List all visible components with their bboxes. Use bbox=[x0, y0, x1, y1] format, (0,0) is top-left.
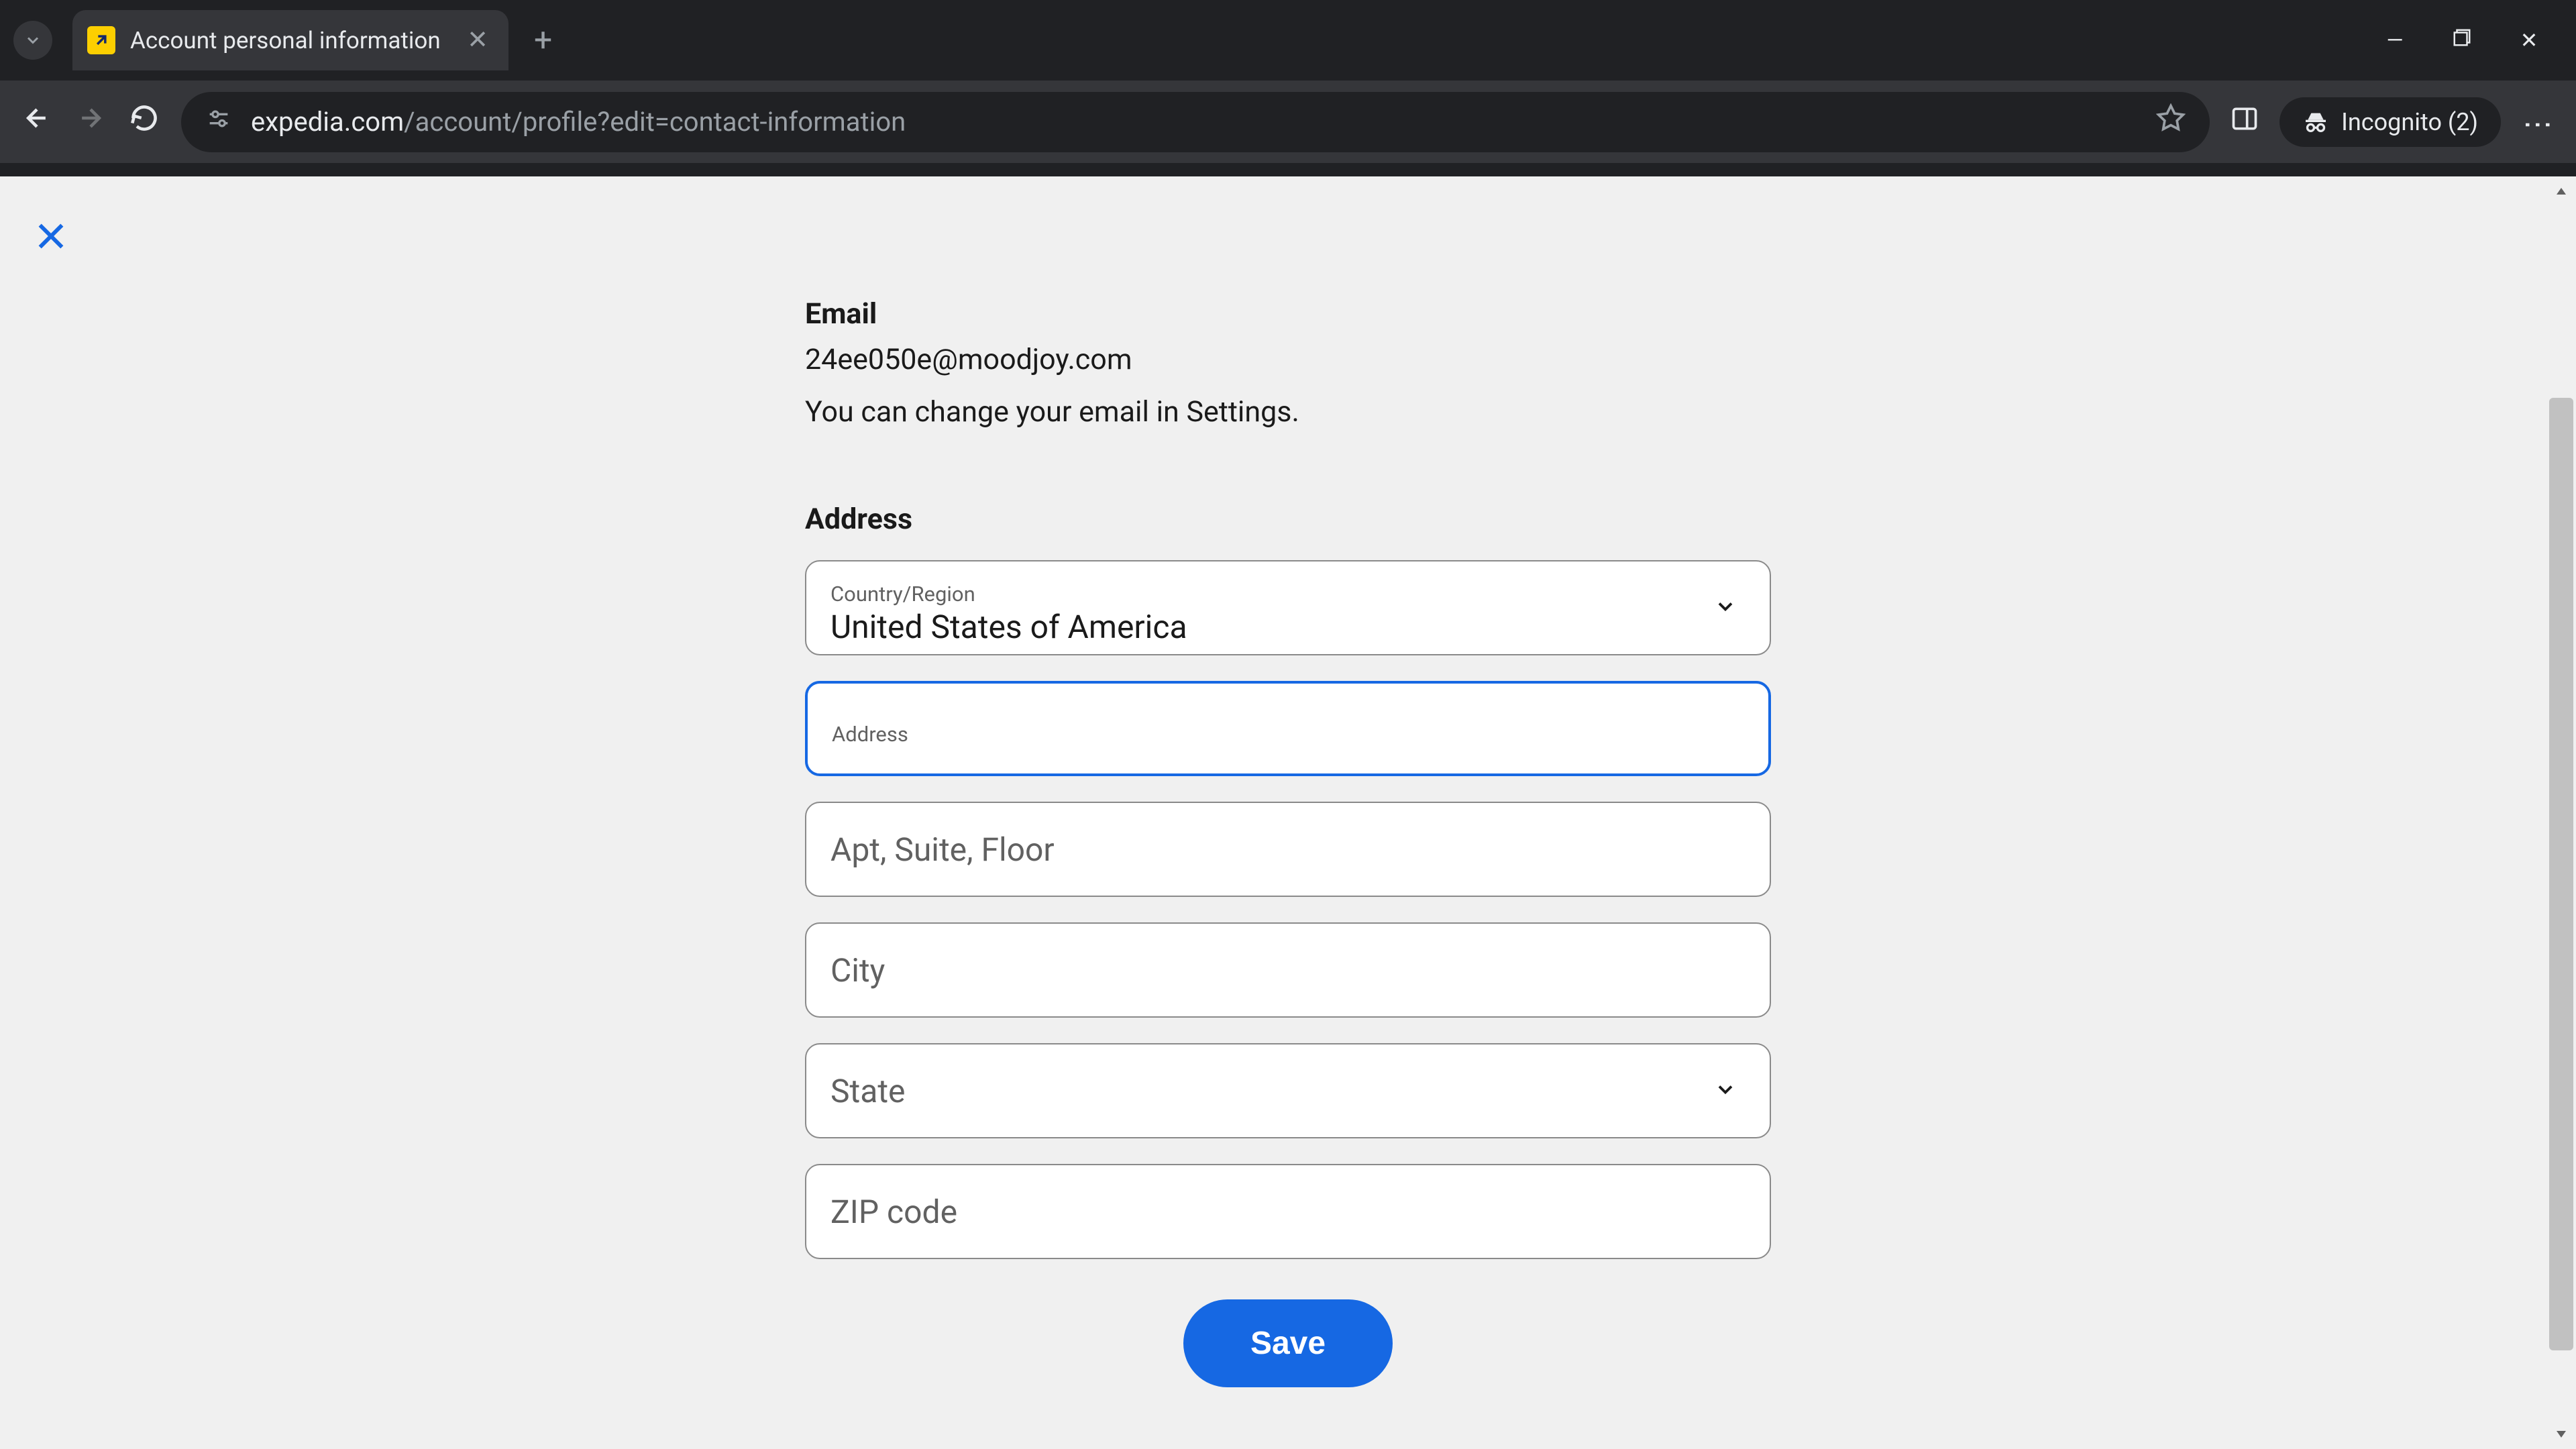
scroll-thumb[interactable] bbox=[2549, 398, 2573, 1350]
zip-placeholder: ZIP code bbox=[830, 1193, 957, 1231]
apt-input[interactable]: Apt, Suite, Floor bbox=[805, 802, 1771, 897]
email-value: 24ee050e@moodjoy.com bbox=[805, 343, 1771, 376]
apt-placeholder: Apt, Suite, Floor bbox=[830, 830, 1055, 869]
star-icon bbox=[2156, 103, 2186, 133]
email-label: Email bbox=[805, 297, 1771, 331]
address-heading: Address bbox=[805, 502, 1771, 536]
close-modal-button[interactable] bbox=[32, 217, 70, 266]
maximize-icon bbox=[2452, 28, 2472, 48]
arrow-up-right-icon bbox=[92, 31, 111, 50]
address-input[interactable]: Address bbox=[805, 681, 1771, 776]
arrow-left-icon bbox=[22, 103, 52, 133]
chevron-down-icon bbox=[23, 31, 42, 50]
url-text: expedia.com/account/profile?edit=contact… bbox=[251, 106, 2137, 138]
back-button[interactable] bbox=[20, 103, 54, 140]
maximize-button[interactable] bbox=[2449, 28, 2475, 53]
scrollbar[interactable] bbox=[2546, 176, 2576, 1449]
minimize-button[interactable]: — bbox=[2381, 28, 2408, 53]
url-path: /account/profile?edit=contact-informatio… bbox=[404, 106, 906, 138]
browser-chrome: Account personal information ✕ + — ✕ exp bbox=[0, 0, 2576, 176]
url-domain: expedia.com bbox=[251, 106, 404, 138]
city-placeholder: City bbox=[830, 951, 885, 989]
close-window-button[interactable]: ✕ bbox=[2516, 28, 2542, 53]
right-controls: Incognito (2) ⋮ bbox=[2230, 97, 2556, 147]
state-placeholder: State bbox=[830, 1072, 905, 1110]
incognito-icon bbox=[2302, 109, 2329, 136]
url-bar[interactable]: expedia.com/account/profile?edit=contact… bbox=[181, 92, 2210, 152]
side-panel-button[interactable] bbox=[2230, 104, 2259, 140]
forward-button[interactable] bbox=[74, 103, 107, 140]
tab-title: Account personal information bbox=[130, 27, 452, 54]
close-icon bbox=[32, 217, 70, 255]
page-content: Email 24ee050e@moodjoy.com You can chang… bbox=[0, 176, 2576, 1449]
nav-bar: expedia.com/account/profile?edit=contact… bbox=[0, 80, 2576, 163]
site-settings-button[interactable] bbox=[205, 105, 232, 138]
reload-icon bbox=[129, 103, 159, 133]
tab-bar: Account personal information ✕ + — ✕ bbox=[0, 0, 2576, 80]
tab-favicon bbox=[87, 26, 115, 54]
zip-input[interactable]: ZIP code bbox=[805, 1164, 1771, 1259]
scroll-down-button[interactable] bbox=[2546, 1419, 2576, 1449]
address-field-label: Address bbox=[832, 722, 908, 747]
bookmark-button[interactable] bbox=[2156, 103, 2186, 140]
new-tab-button[interactable]: + bbox=[534, 24, 552, 56]
country-value: United States of America bbox=[830, 608, 1187, 646]
window-controls: — ✕ bbox=[2381, 28, 2576, 53]
scroll-up-button[interactable] bbox=[2546, 176, 2576, 206]
chevron-down-icon bbox=[1713, 1077, 1737, 1104]
browser-menu-button[interactable]: ⋮ bbox=[2521, 110, 2556, 134]
form-content: Email 24ee050e@moodjoy.com You can chang… bbox=[805, 176, 1771, 1387]
tune-icon bbox=[205, 105, 232, 132]
chevron-down-icon bbox=[1713, 594, 1737, 621]
country-label: Country/Region bbox=[830, 582, 975, 606]
country-select[interactable]: Country/Region United States of America bbox=[805, 560, 1771, 655]
tab-search-button[interactable] bbox=[13, 21, 52, 60]
reload-button[interactable] bbox=[127, 103, 161, 140]
email-note: You can change your email in Settings. bbox=[805, 395, 1771, 429]
state-select[interactable]: State bbox=[805, 1043, 1771, 1138]
panel-icon bbox=[2230, 104, 2259, 133]
city-input[interactable]: City bbox=[805, 922, 1771, 1018]
incognito-label: Incognito (2) bbox=[2341, 108, 2478, 136]
arrow-right-icon bbox=[76, 103, 105, 133]
browser-tab[interactable]: Account personal information ✕ bbox=[72, 10, 508, 70]
tab-close-button[interactable]: ✕ bbox=[467, 28, 488, 53]
incognito-badge[interactable]: Incognito (2) bbox=[2279, 97, 2501, 147]
save-button[interactable]: Save bbox=[1183, 1299, 1393, 1387]
